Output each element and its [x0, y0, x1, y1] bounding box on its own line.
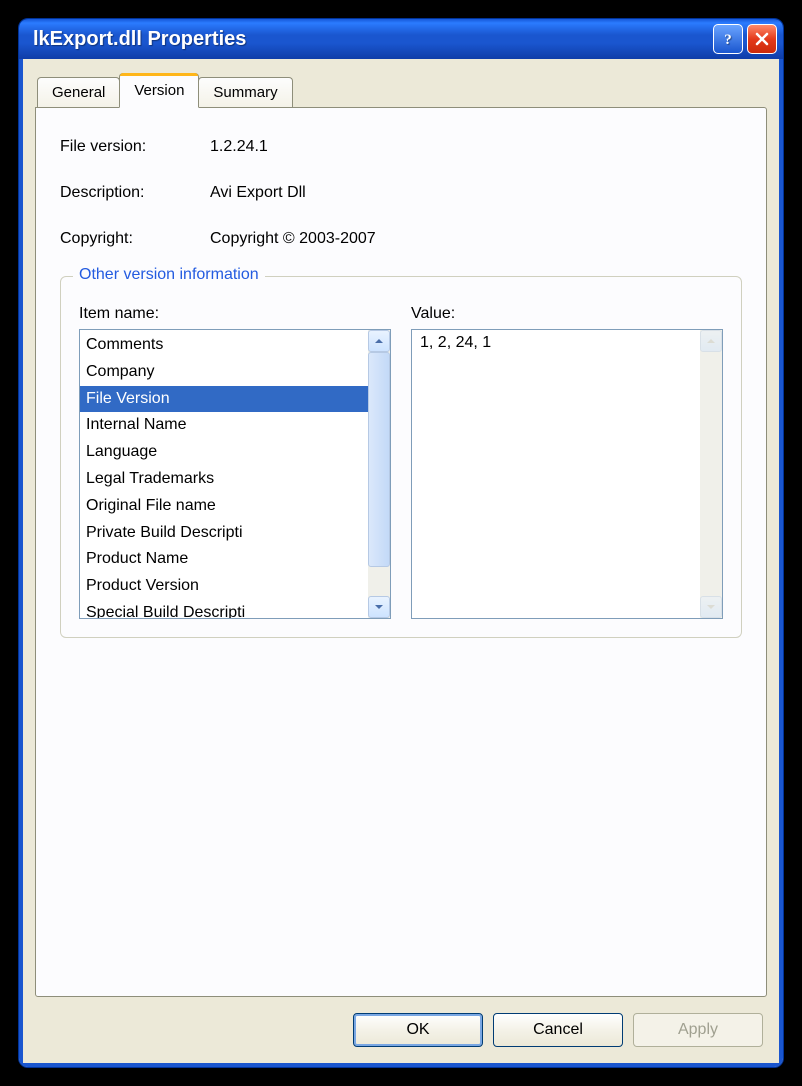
- description-label: Description:: [60, 184, 210, 202]
- item-name-label: Item name:: [79, 305, 391, 323]
- tabs: General Version Summary: [37, 73, 767, 107]
- svg-text:?: ?: [724, 32, 732, 47]
- list-item[interactable]: Private Build Descripti: [80, 520, 368, 547]
- ok-button[interactable]: OK: [353, 1013, 483, 1047]
- window-title: lkExport.dll Properties: [33, 28, 709, 51]
- file-version-label: File version:: [60, 138, 210, 156]
- value-scrollbar: [700, 330, 722, 618]
- groupbox-legend: Other version information: [73, 266, 265, 284]
- dialog-buttons: OK Cancel Apply: [353, 1013, 763, 1047]
- help-button[interactable]: ?: [713, 24, 743, 54]
- cancel-button[interactable]: Cancel: [493, 1013, 623, 1047]
- list-item[interactable]: Legal Trademarks: [80, 466, 368, 493]
- tab-panel-version: File version: 1.2.24.1 Description: Avi …: [35, 107, 767, 997]
- copyright-value: Copyright © 2003-2007: [210, 230, 742, 248]
- list-item[interactable]: Internal Name: [80, 412, 368, 439]
- other-version-groupbox: Other version information Item name: Com…: [60, 276, 742, 638]
- copyright-label: Copyright:: [60, 230, 210, 248]
- field-description: Description: Avi Export Dll: [60, 184, 742, 202]
- properties-dialog: lkExport.dll Properties ? General Versio…: [18, 18, 784, 1068]
- list-item[interactable]: File Version: [80, 386, 368, 413]
- chevron-up-icon: [706, 336, 716, 346]
- list-item[interactable]: Company: [80, 359, 368, 386]
- tab-general[interactable]: General: [37, 77, 120, 107]
- field-copyright: Copyright: Copyright © 2003-2007: [60, 230, 742, 248]
- apply-button[interactable]: Apply: [633, 1013, 763, 1047]
- list-item[interactable]: Product Version: [80, 573, 368, 600]
- value-column: Value: 1, 2, 24, 1: [411, 305, 723, 619]
- list-item[interactable]: Comments: [80, 332, 368, 359]
- scroll-track[interactable]: [368, 352, 390, 596]
- field-file-version: File version: 1.2.24.1: [60, 138, 742, 156]
- chevron-up-icon: [374, 336, 384, 346]
- value-text: 1, 2, 24, 1: [412, 330, 700, 618]
- scroll-down-button[interactable]: [368, 596, 390, 618]
- titlebar: lkExport.dll Properties ?: [19, 19, 783, 59]
- tab-summary[interactable]: Summary: [198, 77, 292, 107]
- chevron-down-icon: [706, 602, 716, 612]
- chevron-down-icon: [374, 602, 384, 612]
- scroll-up-button: [700, 330, 722, 352]
- list-item[interactable]: Language: [80, 439, 368, 466]
- scroll-thumb[interactable]: [368, 352, 390, 567]
- scroll-track: [700, 352, 722, 596]
- close-icon: [755, 32, 769, 46]
- scroll-down-button: [700, 596, 722, 618]
- close-button[interactable]: [747, 24, 777, 54]
- tab-version[interactable]: Version: [119, 73, 199, 108]
- client-area: General Version Summary File version: 1.…: [19, 59, 783, 1067]
- item-name-column: Item name: Comments Company File Version…: [79, 305, 391, 619]
- item-listbox[interactable]: Comments Company File Version Internal N…: [79, 329, 391, 619]
- list-item[interactable]: Original File name: [80, 493, 368, 520]
- help-icon: ?: [720, 31, 736, 47]
- description-value: Avi Export Dll: [210, 184, 742, 202]
- list-item[interactable]: Product Name: [80, 546, 368, 573]
- scroll-up-button[interactable]: [368, 330, 390, 352]
- list-item[interactable]: Special Build Descripti: [80, 600, 368, 618]
- item-scrollbar[interactable]: [368, 330, 390, 618]
- value-label: Value:: [411, 305, 723, 323]
- file-version-value: 1.2.24.1: [210, 138, 742, 156]
- value-box: 1, 2, 24, 1: [411, 329, 723, 619]
